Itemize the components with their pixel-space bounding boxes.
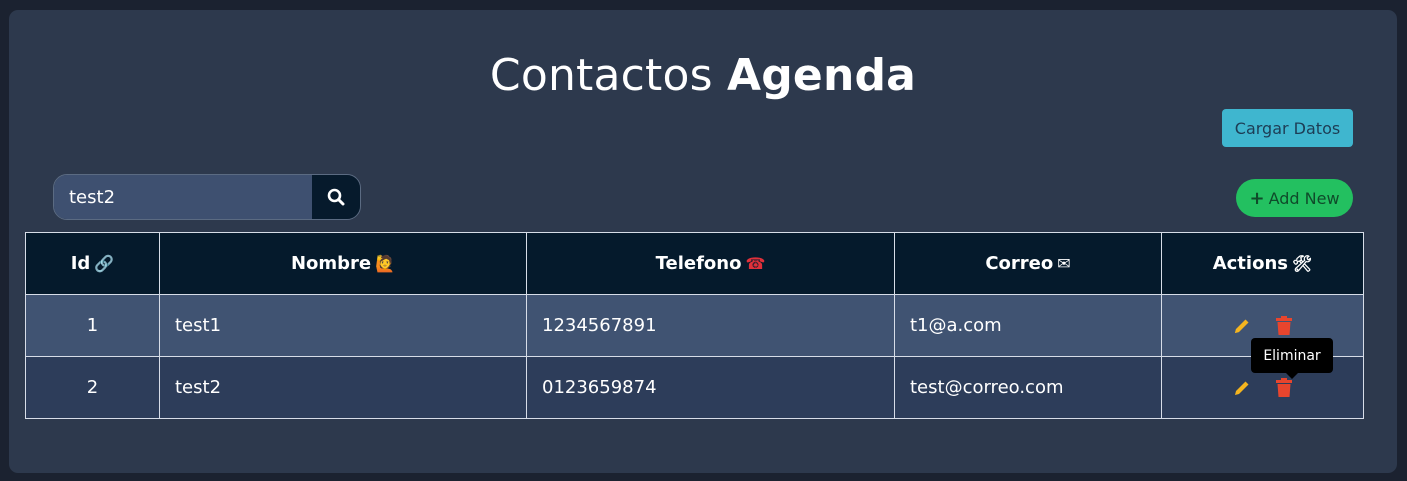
add-new-button[interactable]: + Add New <box>1236 179 1353 217</box>
search-bar <box>53 174 361 220</box>
row-actions <box>1162 377 1363 399</box>
cell-id: 1 <box>25 294 160 357</box>
add-new-label: Add New <box>1268 188 1340 208</box>
plus-icon: + <box>1249 187 1265 209</box>
column-header-nombre: Nombre 🙋 <box>159 232 527 295</box>
envelope-icon: ✉ <box>1057 254 1071 273</box>
cell-nombre: test2 <box>159 356 527 419</box>
page-title: Contactos Agenda <box>9 50 1397 101</box>
raising-hand-icon: 🙋 <box>375 254 396 273</box>
trash-icon[interactable] <box>1273 315 1295 337</box>
search-input[interactable] <box>54 175 312 219</box>
contacts-table: Id 🔗 Nombre 🙋 Telefono ☎ Correo ✉ Actions 🛠 1… <box>25 232 1364 419</box>
pencil-icon[interactable] <box>1231 377 1253 399</box>
cell-telefono: 1234567891 <box>526 294 895 357</box>
cell-correo: test@correo.com <box>894 356 1162 419</box>
load-data-button[interactable]: Cargar Datos <box>1222 109 1353 147</box>
cell-nombre: test1 <box>159 294 527 357</box>
table-row: 2 test2 0123659874 test@correo.com <box>25 356 1364 419</box>
telephone-icon: ☎ <box>745 254 766 273</box>
row-actions <box>1162 315 1363 337</box>
link-icon: 🔗 <box>94 254 115 273</box>
trash-icon[interactable] <box>1273 377 1295 399</box>
cell-correo: t1@a.com <box>894 294 1162 357</box>
column-header-actions: Actions 🛠 <box>1161 232 1364 295</box>
tools-icon: 🛠 <box>1291 254 1313 273</box>
column-header-telefono: Telefono ☎ <box>526 232 895 295</box>
pencil-icon[interactable] <box>1231 315 1253 337</box>
column-header-id: Id 🔗 <box>25 232 160 295</box>
page-title-bold: Agenda <box>726 50 917 101</box>
delete-tooltip: Eliminar <box>1251 338 1333 373</box>
cell-telefono: 0123659874 <box>526 356 895 419</box>
search-button[interactable] <box>312 175 360 219</box>
tooltip-arrow <box>1286 373 1298 379</box>
search-icon <box>327 188 345 206</box>
table-row: 1 test1 1234567891 t1@a.com <box>25 294 1364 357</box>
page-title-light: Contactos <box>489 50 713 101</box>
column-header-correo: Correo ✉ <box>894 232 1162 295</box>
cell-id: 2 <box>25 356 160 419</box>
table-header-row: Id 🔗 Nombre 🙋 Telefono ☎ Correo ✉ Actions 🛠 <box>25 232 1364 295</box>
